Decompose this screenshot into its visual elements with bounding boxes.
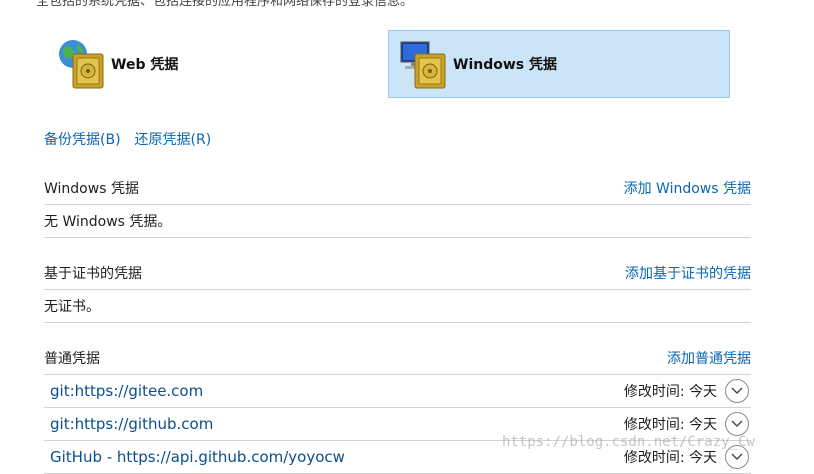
top-description: 全包括的系统凭据、包括连接的应用程序和网络保存的登录信息。 [36, 0, 414, 9]
backup-restore-links: 备份凭据(B) 还原凭据(R) [44, 129, 211, 149]
web-credentials-icon [53, 36, 109, 92]
modified-time: 修改时间: 今天 [623, 450, 717, 466]
web-credentials-tile[interactable]: Web 凭据 [46, 30, 388, 98]
section-header: Windows 凭据 添加 Windows 凭据 [44, 171, 751, 205]
add-generic-credential-link[interactable]: 添加普通凭据 [667, 348, 751, 368]
generic-credentials-section: 普通凭据 添加普通凭据 git:https://gitee.com 修改时间: … [44, 341, 751, 474]
section-title: Windows 凭据 [44, 180, 139, 197]
web-credentials-label: Web 凭据 [111, 57, 179, 73]
empty-message: 无证书。 [44, 290, 751, 323]
backup-credentials-link[interactable]: 备份凭据(B) [44, 129, 121, 149]
restore-credentials-link[interactable]: 还原凭据(R) [135, 129, 212, 149]
section-header: 普通凭据 添加普通凭据 [44, 341, 751, 375]
section-title: 基于证书的凭据 [44, 265, 142, 282]
modified-time: 修改时间: 今天 [623, 417, 717, 433]
credential-name: GitHub - https://api.github.com/yoyocw [50, 448, 345, 466]
empty-message: 无 Windows 凭据。 [44, 205, 751, 238]
section-title: 普通凭据 [44, 350, 100, 367]
windows-credentials-section: Windows 凭据 添加 Windows 凭据 无 Windows 凭据。 [44, 171, 751, 238]
section-header: 基于证书的凭据 添加基于证书的凭据 [44, 256, 751, 290]
add-certificate-credential-link[interactable]: 添加基于证书的凭据 [625, 263, 751, 283]
watermark: https://blog.csdn.net/Crazy_Cw [502, 434, 755, 450]
certificate-credentials-section: 基于证书的凭据 添加基于证书的凭据 无证书。 [44, 256, 751, 323]
modified-time: 修改时间: 今天 [623, 384, 717, 400]
expand-chevron-icon[interactable] [725, 379, 749, 403]
credential-row[interactable]: git:https://gitee.com 修改时间: 今天 [44, 375, 751, 408]
windows-credentials-tile[interactable]: Windows 凭据 [388, 30, 730, 98]
credential-name: git:https://gitee.com [50, 382, 204, 400]
credential-name: git:https://github.com [50, 415, 214, 433]
windows-credentials-icon [395, 36, 451, 92]
windows-credentials-label: Windows 凭据 [453, 57, 557, 73]
add-windows-credential-link[interactable]: 添加 Windows 凭据 [624, 178, 751, 198]
expand-chevron-icon[interactable] [725, 412, 749, 436]
